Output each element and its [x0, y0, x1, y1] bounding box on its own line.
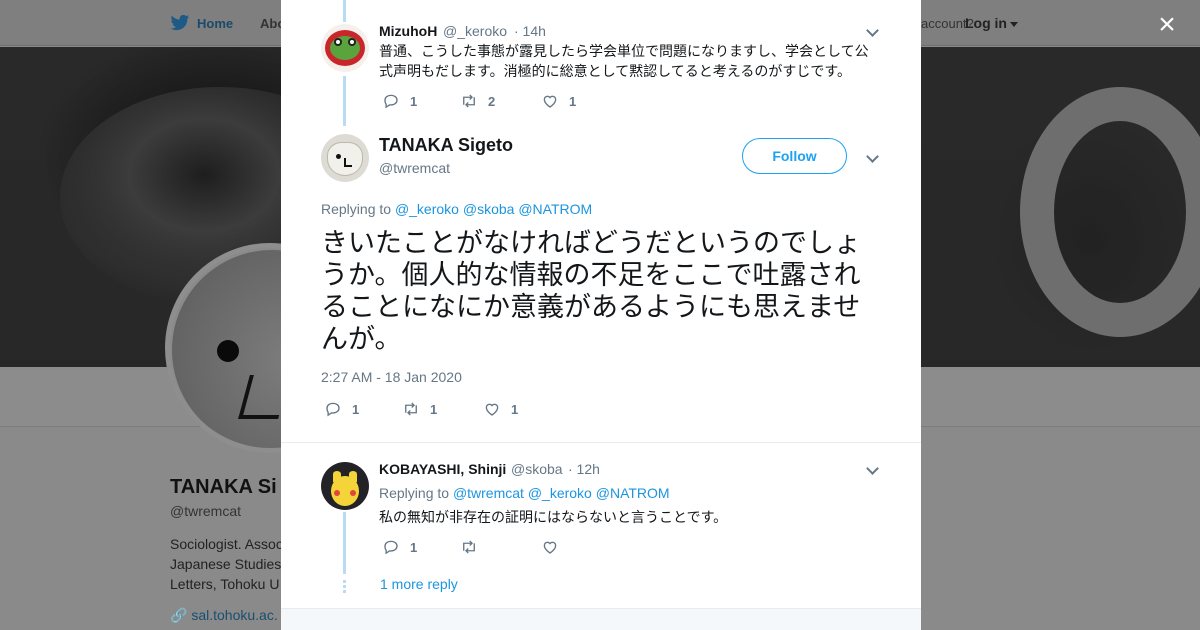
thread-line	[343, 76, 346, 126]
mention-link[interactable]: @_keroko	[528, 485, 592, 501]
heart-icon	[485, 403, 499, 416]
retweet-button[interactable]: 1	[402, 400, 437, 418]
modal-footer	[281, 608, 921, 630]
avatar-eye	[336, 154, 341, 159]
heart-icon	[543, 95, 557, 108]
close-icon[interactable]: ×	[1152, 10, 1182, 40]
retweet-icon	[463, 540, 475, 554]
retweet-count: 2	[488, 93, 496, 109]
retweet-button[interactable]	[460, 538, 488, 556]
like-button[interactable]: 1	[483, 400, 518, 418]
tweet-modal: MizuhoH @_keroko · 14h 普通、こうした事態が露見したら学会…	[281, 0, 921, 630]
thread-dots	[343, 580, 346, 594]
twitter-bird-icon[interactable]	[170, 14, 190, 32]
retweet-count: 1	[430, 401, 438, 417]
reply-button[interactable]: 1	[324, 400, 359, 418]
tweet-author-name[interactable]: KOBAYASHI, Shinji	[379, 461, 506, 477]
replying-to: Replying to @twremcat @_keroko @NATROM	[379, 485, 670, 501]
avatar-cheek	[334, 490, 340, 496]
like-count: 1	[569, 93, 577, 109]
mention-link[interactable]: @twremcat	[453, 485, 524, 501]
mention-link[interactable]: @skoba	[463, 201, 515, 217]
reply-button[interactable]: 1	[382, 538, 417, 556]
more-replies-link[interactable]: 1 more reply	[380, 576, 458, 592]
divider	[281, 442, 921, 443]
chevron-down-icon[interactable]	[866, 151, 878, 163]
mention-link[interactable]: @NATROM	[518, 201, 592, 217]
chevron-down-icon[interactable]	[866, 463, 878, 475]
avatar-mouth	[344, 158, 352, 167]
avatar-eye	[217, 340, 239, 362]
retweet-icon	[463, 94, 475, 108]
tweet-time[interactable]: · 14h	[514, 23, 546, 39]
replying-to: Replying to @_keroko @skoba @NATROM	[321, 201, 592, 217]
retweet-icon	[405, 402, 417, 416]
reply-count: 1	[410, 539, 418, 555]
avatar[interactable]	[321, 24, 369, 72]
tweet-author-handle[interactable]: @skoba	[511, 461, 563, 477]
chevron-down-icon[interactable]	[866, 25, 878, 37]
profile-handle: @twremcat	[170, 503, 241, 519]
avatar-eye	[334, 38, 342, 46]
avatar-cheek	[350, 490, 356, 496]
tweet-time[interactable]: · 12h	[568, 461, 600, 477]
profile-bio: Sociologist. Assoc Japanese Studies Lett…	[170, 534, 282, 594]
heart-icon	[543, 541, 557, 554]
link-icon: 🔗	[170, 607, 188, 623]
mention-link[interactable]: @NATROM	[596, 485, 670, 501]
avatar[interactable]	[321, 462, 369, 510]
thread-line	[343, 0, 346, 22]
bio-line: Sociologist. Assoc	[170, 536, 282, 552]
follow-button[interactable]: Follow	[742, 138, 847, 174]
reply-button[interactable]: 1	[382, 92, 417, 110]
bio-line: Letters, Tohoku U	[170, 576, 280, 592]
profile-link-text[interactable]: sal.tohoku.ac.	[191, 607, 277, 623]
reply-count: 1	[410, 93, 418, 109]
banner-cup-handle	[1020, 87, 1200, 337]
mention-link[interactable]: @_keroko	[395, 201, 459, 217]
avatar-eye	[348, 38, 356, 46]
tweet-author-handle[interactable]: @twremcat	[379, 160, 450, 176]
avatar[interactable]	[321, 134, 369, 182]
reply-count: 1	[352, 401, 360, 417]
like-button[interactable]	[541, 538, 569, 556]
profile-name: TANAKA Si	[170, 476, 277, 498]
tweet-text: 私の無知が非存在の証明にはならないと言うことです。	[379, 509, 728, 525]
tweet-timestamp[interactable]: 2:27 AM - 18 Jan 2020	[321, 369, 462, 385]
like-button[interactable]: 1	[541, 92, 576, 110]
reply-icon	[326, 402, 340, 417]
bio-line: Japanese Studies	[170, 556, 282, 572]
thread-line	[343, 512, 346, 574]
profile-link[interactable]: 🔗 sal.tohoku.ac.	[170, 607, 278, 624]
nav-home-link[interactable]: Home	[197, 16, 233, 31]
tweet-author-name[interactable]: TANAKA Sigeto	[379, 135, 513, 156]
reply-icon	[384, 540, 398, 555]
like-count: 1	[511, 401, 519, 417]
replying-to-label: Replying to	[321, 201, 392, 217]
tweet-text: 普通、こうした事態が露見したら学会単位で問題になりますし、学会として公式声明もだ…	[379, 43, 869, 79]
replying-to-label: Replying to	[379, 485, 450, 501]
tweet-author-name[interactable]: MizuhoH	[379, 23, 437, 39]
main-tweet-text: きいたことがなければどうだというのでしょうか。個人的な情報の不足をここで吐露され…	[321, 228, 861, 355]
tweet-author-handle[interactable]: @_keroko	[443, 23, 507, 39]
retweet-button[interactable]: 2	[460, 92, 495, 110]
reply-icon	[384, 94, 398, 109]
login-button[interactable]: Log in	[965, 15, 1018, 31]
